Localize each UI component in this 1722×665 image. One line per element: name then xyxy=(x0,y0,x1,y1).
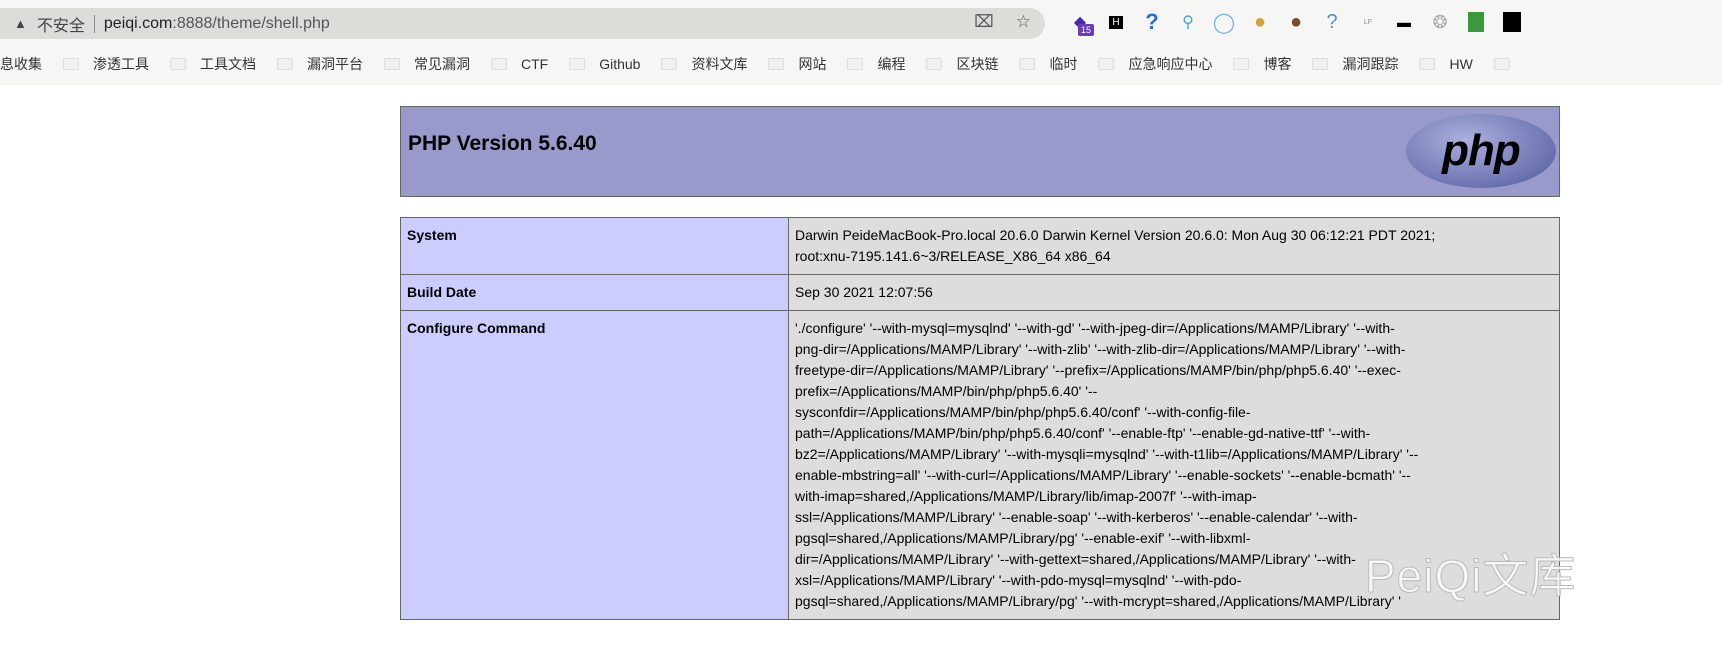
bookmark-folder[interactable]: 博客 xyxy=(1233,54,1291,74)
bookmark-folder[interactable]: 息收集 xyxy=(0,54,42,74)
cookie-icon[interactable]: ● xyxy=(1242,8,1278,36)
folder-icon xyxy=(1419,58,1436,70)
bookmark-folder[interactable] xyxy=(1493,58,1524,70)
folder-icon xyxy=(1233,58,1250,70)
bookmark-folder[interactable]: 网站 xyxy=(768,54,826,74)
row-label: Build Date xyxy=(400,274,789,311)
extension-purple-icon[interactable]: ◆ 15 xyxy=(1062,8,1098,36)
bookmark-folder[interactable]: 资料文库 xyxy=(661,54,747,74)
bookmark-label: 常见漏洞 xyxy=(414,56,470,72)
extension-lf-icon[interactable]: LF xyxy=(1350,8,1386,36)
bookmark-folder[interactable]: 应急响应中心 xyxy=(1098,54,1212,74)
bookmark-star-icon[interactable]: ☆ xyxy=(1016,12,1031,32)
bookmark-label: 资料文库 xyxy=(691,56,748,72)
bookmark-label: HW xyxy=(1449,56,1473,72)
row-value: Sep 30 2021 12:07:56 xyxy=(788,274,1560,311)
bookmark-label: 应急响应中心 xyxy=(1128,56,1213,72)
bookmark-label: 临时 xyxy=(1049,56,1078,72)
folder-icon xyxy=(170,58,186,70)
divider xyxy=(93,14,95,33)
extension-mask-icon[interactable]: ▬ xyxy=(1386,8,1422,36)
extension-binary-icon[interactable] xyxy=(1494,8,1530,36)
bookmarks-bar: 息收集 渗透工具 工具文档 漏洞平台 常见漏洞 CTF Github 资料文库 … xyxy=(0,50,1545,78)
extension-help-icon[interactable]: ? xyxy=(1134,8,1170,36)
browser-toolbar: ▲ 不安全 peiqi.com:8888/theme/shell.php ⌧ ☆… xyxy=(0,0,1722,85)
table-row: Build Date Sep 30 2021 12:07:56 xyxy=(400,274,1560,311)
folder-icon xyxy=(1493,58,1510,70)
folder-icon xyxy=(1098,58,1115,70)
extension-question-icon[interactable]: ? xyxy=(1314,8,1350,36)
folder-icon xyxy=(63,58,79,70)
extension-badge: 15 xyxy=(1078,24,1095,36)
bookmark-label: 息收集 xyxy=(0,56,42,72)
bookmark-folder[interactable]: 常见漏洞 xyxy=(384,54,470,74)
folder-icon xyxy=(768,58,785,70)
extension-h-icon[interactable]: H xyxy=(1098,8,1134,36)
bookmark-label: 漏洞跟踪 xyxy=(1342,56,1399,72)
bookmark-folder[interactable]: 工具文档 xyxy=(170,54,256,74)
bookmark-folder[interactable]: 临时 xyxy=(1019,54,1077,74)
bookmark-folder[interactable]: CTF xyxy=(491,56,548,72)
row-label: Configure Command xyxy=(400,310,789,620)
extension-green-icon[interactable] xyxy=(1458,8,1494,36)
url-text[interactable]: peiqi.com:8888/theme/shell.php xyxy=(104,15,330,33)
folder-icon xyxy=(277,58,293,70)
bookmark-label: 漏洞平台 xyxy=(307,56,363,72)
warning-icon: ▲ xyxy=(14,16,27,31)
php-logo[interactable]: php xyxy=(1406,114,1556,188)
bookmark-label: CTF xyxy=(521,56,549,72)
bookmark-label: 区块链 xyxy=(956,56,999,72)
phpinfo-header: PHP Version 5.6.40 php xyxy=(400,106,1560,197)
bookmark-folder[interactable]: 漏洞平台 xyxy=(277,54,363,74)
bookmark-folder[interactable]: Github xyxy=(569,56,640,72)
security-label[interactable]: 不安全 xyxy=(37,12,85,36)
folder-icon xyxy=(1019,58,1036,70)
bookmark-label: 网站 xyxy=(798,56,827,72)
translate-icon[interactable]: ⌧ xyxy=(974,12,994,32)
folder-icon xyxy=(847,58,864,70)
row-label: System xyxy=(400,217,789,275)
folder-icon xyxy=(1312,58,1329,70)
cookie-dark-icon[interactable]: ● xyxy=(1278,8,1314,36)
url-path: :8888/theme/shell.php xyxy=(172,14,330,32)
extensions-bar: ◆ 15 H ? ⚲ ◯ ● ● ? LF ▬ ❂ xyxy=(1062,8,1530,36)
page-title: PHP Version 5.6.40 xyxy=(408,132,597,155)
bookmark-folder[interactable]: 渗透工具 xyxy=(63,54,149,74)
row-value: Darwin PeideMacBook-Pro.local 20.6.0 Dar… xyxy=(788,217,1560,275)
url-host: peiqi.com xyxy=(103,14,173,32)
bookmark-label: Github xyxy=(599,56,641,72)
folder-icon xyxy=(661,58,678,70)
extension-pin-icon[interactable]: ⚲ xyxy=(1170,8,1206,36)
bookmark-label: 工具文档 xyxy=(200,56,256,72)
folder-icon xyxy=(569,58,586,70)
bookmark-label: 编程 xyxy=(877,56,906,72)
address-bar[interactable]: ▲ 不安全 peiqi.com:8888/theme/shell.php ⌧ ☆ xyxy=(0,8,1045,39)
bookmark-folder[interactable]: 编程 xyxy=(847,54,905,74)
extension-ring-icon[interactable]: ◯ xyxy=(1206,8,1242,36)
watermark: PeiQi文库 xyxy=(1364,550,1577,603)
bookmark-label: 博客 xyxy=(1263,56,1292,72)
folder-icon xyxy=(384,58,400,70)
table-row: System Darwin PeideMacBook-Pro.local 20.… xyxy=(400,217,1560,275)
folder-icon xyxy=(491,58,507,70)
bookmark-folder[interactable]: HW xyxy=(1419,56,1473,72)
extension-gray-icon[interactable]: ❂ xyxy=(1422,8,1458,36)
bookmark-folder[interactable]: 漏洞跟踪 xyxy=(1312,54,1398,74)
folder-icon xyxy=(926,58,943,70)
bookmark-folder[interactable]: 区块链 xyxy=(926,54,998,74)
bookmark-label: 渗透工具 xyxy=(93,56,149,72)
